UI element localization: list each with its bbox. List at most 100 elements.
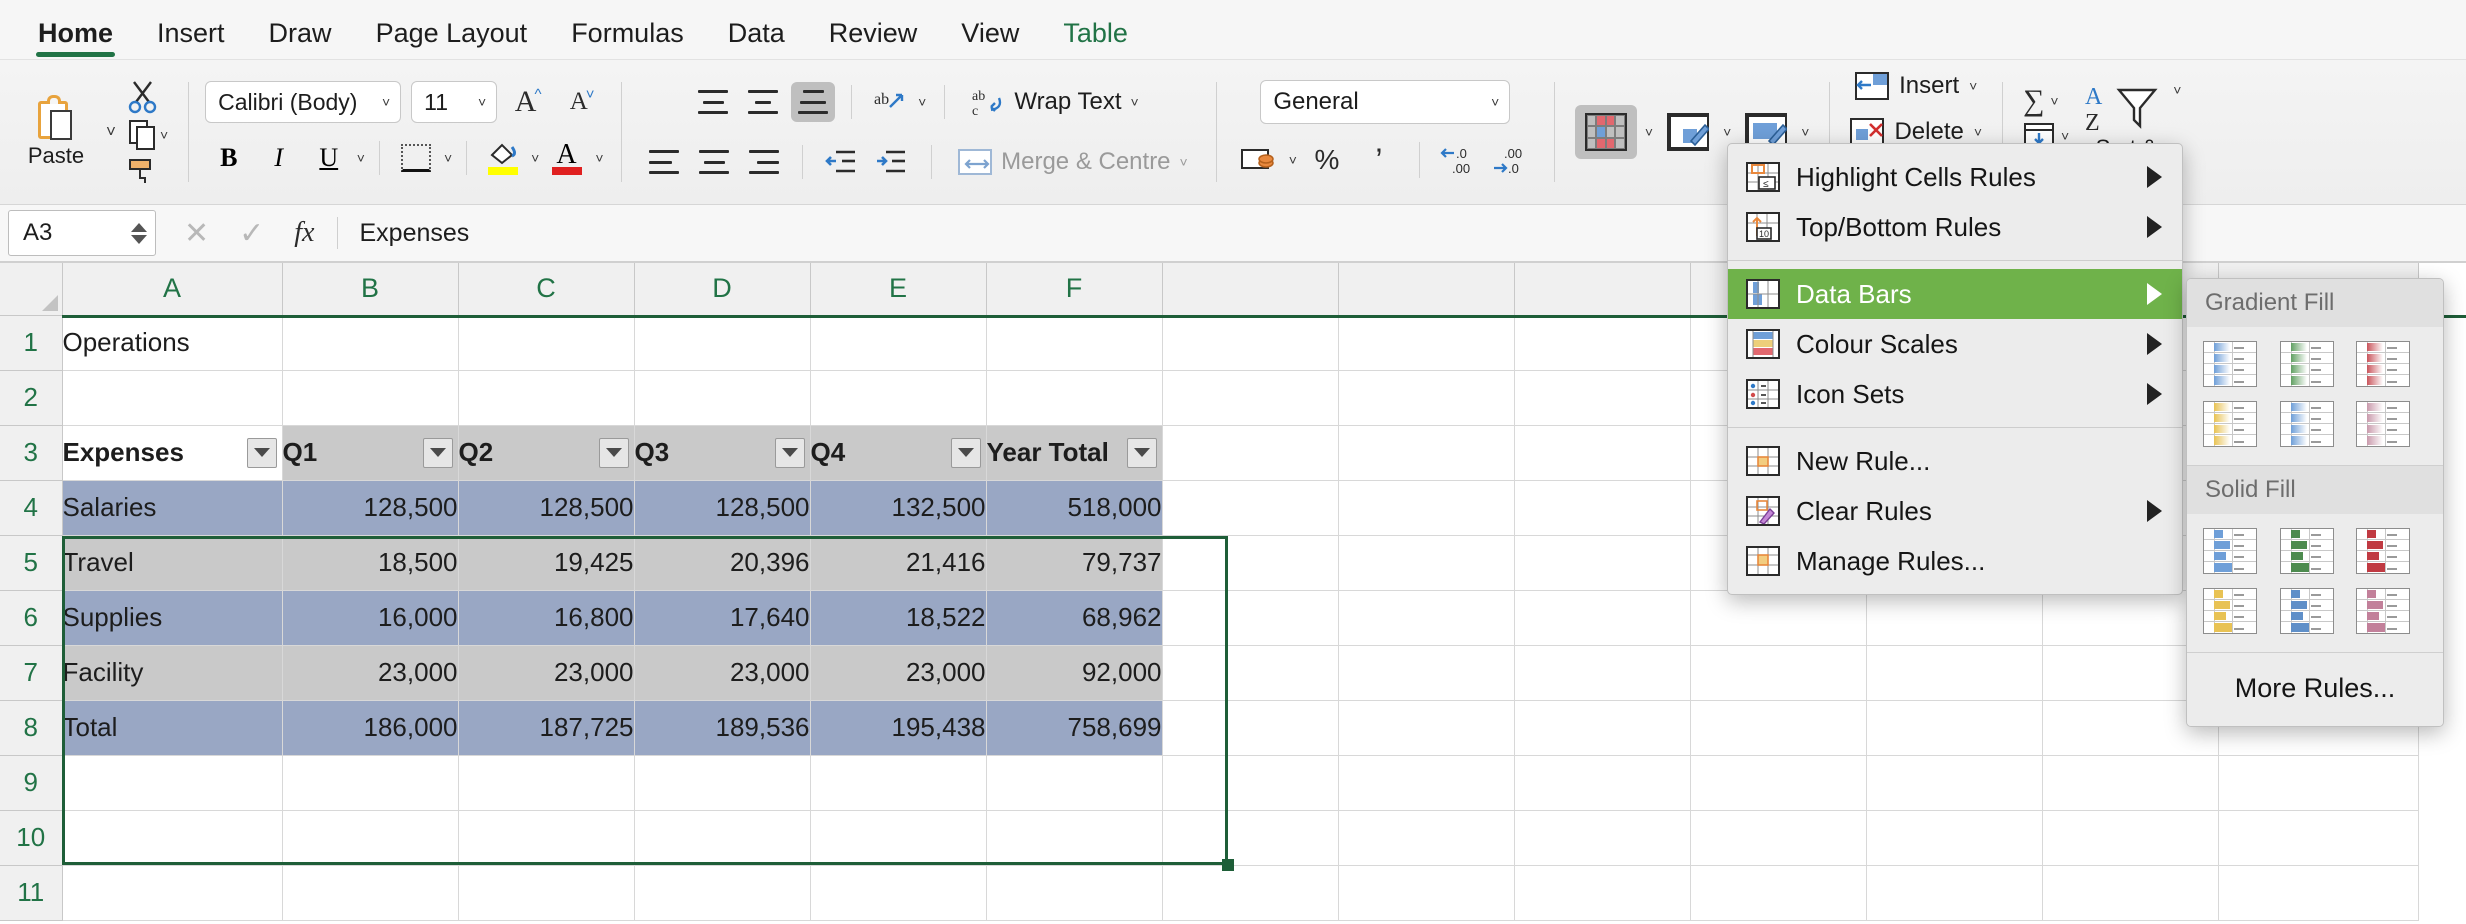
table-cell-q1[interactable]: 16,000 xyxy=(282,590,459,646)
row-header-10[interactable]: 10 xyxy=(0,810,63,866)
cell-b9[interactable] xyxy=(282,755,459,811)
total-row-label[interactable]: Total xyxy=(62,700,283,756)
align-top-icon[interactable] xyxy=(691,82,735,122)
table-header-expenses[interactable]: Expenses xyxy=(62,425,283,481)
cell-d9[interactable] xyxy=(634,755,811,811)
conditional-formatting-chevron-down-icon[interactable]: ˅ xyxy=(1645,124,1653,140)
cell-c1[interactable] xyxy=(458,315,635,371)
table-cell-year-total[interactable]: 68,962 xyxy=(986,590,1163,646)
autosum-chevron-down-icon[interactable]: ˅ xyxy=(2050,93,2058,109)
more-rules-button[interactable]: More Rules... xyxy=(2187,653,2443,726)
decrease-decimal-icon[interactable]: .0.00 xyxy=(1438,140,1482,180)
menu-item-highlight-cells-rules[interactable]: ≤ Highlight Cells Rules xyxy=(1728,152,2182,202)
menu-item-data-bars[interactable]: Data Bars xyxy=(1728,269,2182,319)
row-header-6[interactable]: 6 xyxy=(0,590,63,646)
borders-icon[interactable] xyxy=(394,138,438,178)
format-as-table-button[interactable] xyxy=(1661,105,1715,159)
table-cell-q3[interactable]: 20,396 xyxy=(634,535,811,591)
menu-item-clear-rules[interactable]: Clear Rules xyxy=(1728,486,2182,536)
cell-a2[interactable] xyxy=(62,370,283,426)
cell-f9[interactable] xyxy=(986,755,1163,811)
paste-button[interactable]: Paste xyxy=(10,95,102,169)
increase-decimal-icon[interactable]: .00.0 xyxy=(1490,140,1534,180)
filter-dropdown-icon[interactable] xyxy=(774,437,805,468)
cell-extra[interactable] xyxy=(1690,755,1867,811)
font-color-chevron-down-icon[interactable]: ˅ xyxy=(595,150,603,166)
cell-b2[interactable] xyxy=(282,370,459,426)
cell-extra[interactable] xyxy=(1866,700,2043,756)
column-header-d[interactable]: D xyxy=(634,263,811,316)
tab-table[interactable]: Table xyxy=(1041,18,1150,59)
cell-extra[interactable] xyxy=(1514,865,1691,921)
currency-chevron-down-icon[interactable]: ˅ xyxy=(1289,152,1297,168)
column-header-a[interactable]: A xyxy=(62,263,283,316)
table-row-label[interactable]: Facility xyxy=(62,645,283,701)
cell-d11[interactable] xyxy=(634,865,811,921)
cell-extra[interactable] xyxy=(1514,645,1691,701)
swatch-blue-gradient[interactable] xyxy=(2203,341,2257,387)
table-cell-q1[interactable]: 18,500 xyxy=(282,535,459,591)
total-cell-year-total[interactable]: 758,699 xyxy=(986,700,1163,756)
percent-style-button[interactable]: % xyxy=(1305,140,1349,180)
cell-extra[interactable] xyxy=(2042,755,2219,811)
cell-extra[interactable] xyxy=(1866,810,2043,866)
table-cell-q1[interactable]: 128,500 xyxy=(282,480,459,536)
sort-filter-icon[interactable]: A Z xyxy=(2083,80,2169,136)
cell-c11[interactable] xyxy=(458,865,635,921)
autosum-icon[interactable]: ∑ xyxy=(2023,84,2044,118)
cell-extra[interactable] xyxy=(1162,425,1339,481)
cell-extra[interactable] xyxy=(1514,480,1691,536)
table-header-q2[interactable]: Q2 xyxy=(458,425,635,481)
cell-extra[interactable] xyxy=(1514,755,1691,811)
menu-item-new-rule[interactable]: New Rule... xyxy=(1728,436,2182,486)
conditional-formatting-button[interactable] xyxy=(1574,105,1637,159)
format-as-table-chevron-down-icon[interactable]: ˅ xyxy=(1723,124,1731,140)
table-cell-q4[interactable]: 23,000 xyxy=(810,645,987,701)
cell-extra[interactable] xyxy=(1690,810,1867,866)
cell-extra[interactable] xyxy=(1338,645,1515,701)
column-header-b[interactable]: B xyxy=(282,263,459,316)
tab-insert[interactable]: Insert xyxy=(135,18,247,59)
cell-extra[interactable] xyxy=(2218,865,2419,921)
table-cell-q2[interactable]: 23,000 xyxy=(458,645,635,701)
cell-extra[interactable] xyxy=(1338,865,1515,921)
row-header-8[interactable]: 8 xyxy=(0,700,63,756)
swatch-light-blue-gradient[interactable] xyxy=(2279,401,2334,447)
cell-extra[interactable] xyxy=(1162,370,1339,426)
cell-extra[interactable] xyxy=(1162,755,1339,811)
filter-dropdown-icon[interactable] xyxy=(422,437,453,468)
cell-extra[interactable] xyxy=(1514,425,1691,481)
column-header-extra[interactable] xyxy=(1514,263,1691,316)
menu-item-icon-sets[interactable]: Icon Sets xyxy=(1728,369,2182,419)
table-cell-year-total[interactable]: 92,000 xyxy=(986,645,1163,701)
confirm-icon[interactable]: ✓ xyxy=(239,216,264,251)
currency-icon[interactable] xyxy=(1237,140,1281,180)
wrap-text-button[interactable]: ab c Wrap Text ˅ xyxy=(963,82,1146,122)
table-cell-q3[interactable]: 128,500 xyxy=(634,480,811,536)
cell-a9[interactable] xyxy=(62,755,283,811)
cell-extra[interactable] xyxy=(1514,315,1691,371)
cell-extra[interactable] xyxy=(1514,810,1691,866)
swatch-blue-solid[interactable] xyxy=(2203,528,2257,574)
tab-review[interactable]: Review xyxy=(807,18,940,59)
fill-chevron-down-icon[interactable]: ˅ xyxy=(2061,128,2069,144)
copy-chevron-down-icon[interactable]: ˅ xyxy=(160,127,168,143)
table-cell-q2[interactable]: 19,425 xyxy=(458,535,635,591)
cell-extra[interactable] xyxy=(1690,645,1867,701)
wrap-text-chevron-down-icon[interactable]: ˅ xyxy=(1131,94,1139,110)
fill-color-chevron-down-icon[interactable]: ˅ xyxy=(531,150,539,166)
cell-extra[interactable] xyxy=(1162,810,1339,866)
paste-chevron-down-icon[interactable]: ˅ xyxy=(106,122,116,142)
cell-c2[interactable] xyxy=(458,370,635,426)
fill-handle[interactable] xyxy=(1222,859,1234,871)
cell-extra[interactable] xyxy=(1162,590,1339,646)
cell-e2[interactable] xyxy=(810,370,987,426)
format-painter-icon[interactable] xyxy=(126,156,160,186)
cell-extra[interactable] xyxy=(1338,370,1515,426)
menu-item-top-bottom-rules[interactable]: 10 Top/Bottom Rules xyxy=(1728,202,2182,252)
increase-indent-icon[interactable] xyxy=(869,142,913,182)
swatch-purple-solid[interactable] xyxy=(2356,588,2411,634)
cell-c9[interactable] xyxy=(458,755,635,811)
cell-e11[interactable] xyxy=(810,865,987,921)
name-box-spinner[interactable] xyxy=(131,222,147,244)
